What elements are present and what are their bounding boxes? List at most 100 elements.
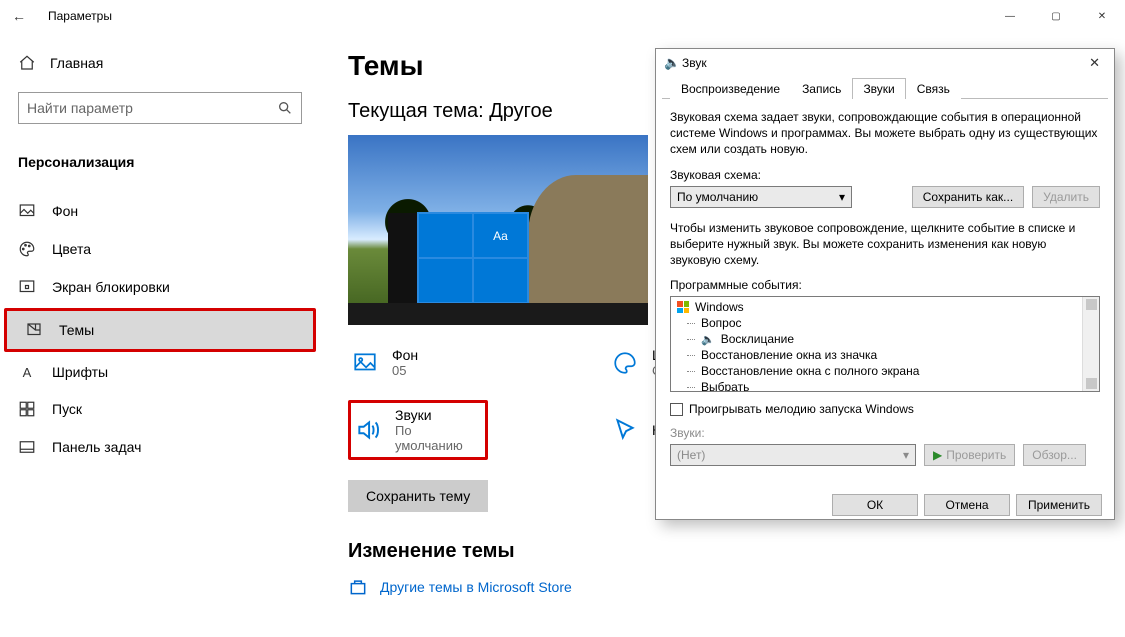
home-icon xyxy=(18,54,36,72)
tree-root-label: Windows xyxy=(695,300,744,314)
tile-sounds[interactable]: Звуки По умолчанию xyxy=(351,403,485,457)
scrollbar[interactable] xyxy=(1082,297,1099,391)
sidebar-item-label: Пуск xyxy=(52,401,82,417)
scheme-description: Звуковая схема задает звуки, сопровождаю… xyxy=(670,109,1100,158)
sidebar-item-label: Темы xyxy=(59,322,94,338)
image-icon xyxy=(18,202,36,220)
tab-sounds[interactable]: Звуки xyxy=(852,78,905,99)
back-button[interactable]: ← xyxy=(12,8,48,24)
sidebar-item-background[interactable]: Фон xyxy=(0,192,320,230)
tree-item[interactable]: Вопрос xyxy=(675,315,1095,331)
test-button[interactable]: ▶ Проверить xyxy=(924,444,1015,466)
store-link[interactable]: Другие темы в Microsoft Store xyxy=(348,577,1097,597)
tile-value: 05 xyxy=(392,363,418,378)
sounds-field-label: Звуки: xyxy=(670,426,1100,440)
save-theme-button[interactable]: Сохранить тему xyxy=(348,480,488,512)
speaker-icon: 🔈 xyxy=(664,55,682,71)
events-description: Чтобы изменить звуковое сопровождение, щ… xyxy=(670,220,1100,269)
chevron-down-icon: ▾ xyxy=(839,190,845,204)
tree-root[interactable]: Windows xyxy=(675,299,1095,315)
sidebar: Главная Найти параметр Персонализация Фо… xyxy=(0,32,320,637)
cursor-icon xyxy=(612,417,638,443)
fonts-icon: A xyxy=(18,365,36,380)
browse-button[interactable]: Обзор... xyxy=(1023,444,1086,466)
close-button[interactable]: ✕ xyxy=(1083,55,1106,71)
home-link[interactable]: Главная xyxy=(0,46,320,80)
home-label: Главная xyxy=(50,55,103,71)
play-startup-checkbox[interactable]: Проигрывать мелодию запуска Windows xyxy=(670,402,1100,416)
events-label: Программные события: xyxy=(670,278,1100,292)
sample-text: Aa xyxy=(473,213,528,258)
play-icon: ▶ xyxy=(933,448,942,462)
search-icon xyxy=(277,100,293,116)
minimize-button[interactable]: ― xyxy=(987,0,1033,32)
store-icon xyxy=(348,577,368,597)
palette-icon xyxy=(18,240,36,258)
sidebar-item-colors[interactable]: Цвета xyxy=(0,230,320,268)
search-placeholder: Найти параметр xyxy=(27,100,133,116)
sidebar-item-label: Фон xyxy=(52,203,78,219)
tile-title: Фон xyxy=(392,347,418,363)
search-input[interactable]: Найти параметр xyxy=(18,92,302,124)
cancel-button[interactable]: Отмена xyxy=(924,494,1010,516)
taskbar-icon xyxy=(18,438,36,456)
sidebar-item-start[interactable]: Пуск xyxy=(0,390,320,428)
palette-icon xyxy=(612,350,638,376)
sound-combobox[interactable]: (Нет) ▾ xyxy=(670,444,916,466)
tab-recording[interactable]: Запись xyxy=(791,78,852,99)
sidebar-item-fonts[interactable]: A Шрифты xyxy=(0,354,320,390)
speaker-icon xyxy=(355,417,381,443)
tree-item[interactable]: Восстановление окна из значка xyxy=(675,347,1095,363)
tile-value: По умолчанию xyxy=(395,423,481,453)
tile-background[interactable]: Фон 05 xyxy=(348,343,608,382)
sidebar-item-label: Цвета xyxy=(52,241,91,257)
save-as-button[interactable]: Сохранить как... xyxy=(912,186,1024,208)
events-tree[interactable]: Windows Вопрос 🔈 Восклицание Восстановлен… xyxy=(670,296,1100,392)
image-icon xyxy=(352,350,378,376)
tabs: Воспроизведение Запись Звуки Связь xyxy=(662,77,1108,99)
lockscreen-icon xyxy=(18,278,36,296)
tree-item[interactable]: Выбрать xyxy=(675,379,1095,392)
close-button[interactable]: ✕ xyxy=(1079,0,1125,32)
sound-icon: 🔈 xyxy=(701,333,715,346)
nav-list: Фон Цвета Экран блокировки Темы xyxy=(0,192,320,466)
sound-value: (Нет) xyxy=(677,448,705,462)
ok-button[interactable]: ОК xyxy=(832,494,918,516)
sidebar-item-themes[interactable]: Темы xyxy=(7,311,313,349)
tab-communications[interactable]: Связь xyxy=(906,78,961,99)
maximize-button[interactable]: ▢ xyxy=(1033,0,1079,32)
sidebar-item-taskbar[interactable]: Панель задач xyxy=(0,428,320,466)
apply-button[interactable]: Применить xyxy=(1016,494,1102,516)
tree-item-label: Восстановление окна из значка xyxy=(701,348,877,362)
window-title: Параметры xyxy=(48,9,112,23)
start-icon xyxy=(18,400,36,418)
tree-item-label: Выбрать xyxy=(701,380,749,392)
dialog-titlebar: 🔈 Звук ✕ xyxy=(656,49,1114,77)
titlebar: ← Параметры ― ▢ ✕ xyxy=(0,0,1125,32)
sound-dialog: 🔈 Звук ✕ Воспроизведение Запись Звуки Св… xyxy=(655,48,1115,520)
category-title: Персонализация xyxy=(0,136,320,180)
sidebar-item-label: Экран блокировки xyxy=(52,279,170,295)
windows-icon xyxy=(677,301,689,313)
theme-preview: Aa xyxy=(348,135,648,325)
tile-title: Звуки xyxy=(395,407,481,423)
themes-icon xyxy=(25,321,43,339)
sidebar-item-label: Шрифты xyxy=(52,364,108,380)
store-link-label: Другие темы в Microsoft Store xyxy=(380,579,572,595)
tree-item-label: Восклицание xyxy=(721,332,794,346)
scheme-label: Звуковая схема: xyxy=(670,168,1100,182)
tree-item[interactable]: Восстановление окна с полного экрана xyxy=(675,363,1095,379)
scheme-combobox[interactable]: По умолчанию ▾ xyxy=(670,186,852,208)
sidebar-item-lockscreen[interactable]: Экран блокировки xyxy=(0,268,320,306)
sidebar-item-label: Панель задач xyxy=(52,439,141,455)
checkbox-box xyxy=(670,403,683,416)
test-label: Проверить xyxy=(946,448,1006,462)
tab-playback[interactable]: Воспроизведение xyxy=(670,78,791,99)
delete-button[interactable]: Удалить xyxy=(1032,186,1100,208)
chevron-down-icon: ▾ xyxy=(903,448,909,462)
scheme-value: По умолчанию xyxy=(677,190,758,204)
dialog-title: Звук xyxy=(682,56,707,70)
tree-item-label: Восстановление окна с полного экрана xyxy=(701,364,919,378)
tree-item[interactable]: 🔈 Восклицание xyxy=(675,331,1095,347)
checkbox-label: Проигрывать мелодию запуска Windows xyxy=(689,402,914,416)
